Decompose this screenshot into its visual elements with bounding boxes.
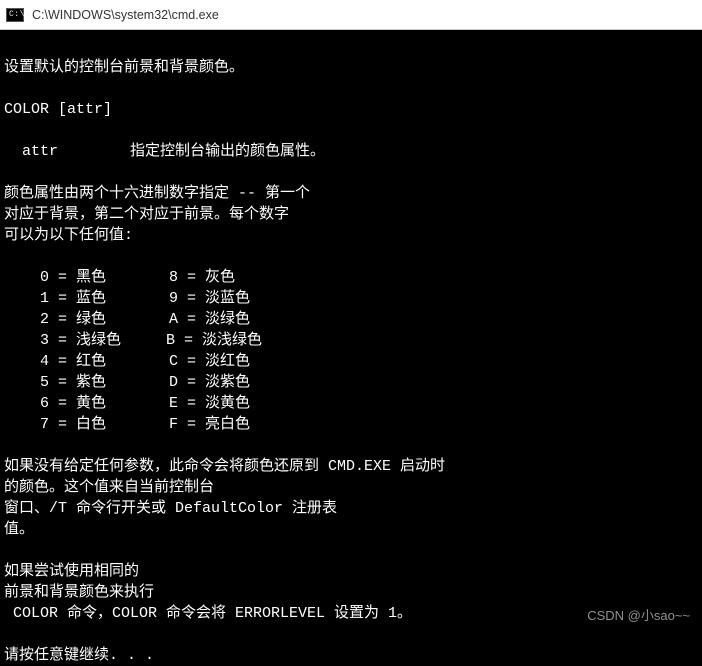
terminal-line: 如果没有给定任何参数，此命令会将颜色还原到 CMD.EXE 启动时: [4, 458, 445, 475]
terminal-line: 5 = 紫色 D = 淡紫色: [4, 374, 250, 391]
terminal-line: 如果尝试使用相同的: [4, 563, 139, 580]
terminal-line: 前景和背景颜色来执行: [4, 584, 154, 601]
terminal-line: attr 指定控制台输出的颜色属性。: [4, 143, 325, 160]
terminal-line: COLOR 命令，COLOR 命令会将 ERRORLEVEL 设置为 1。: [4, 605, 412, 622]
terminal-line: 0 = 黑色 8 = 灰色: [4, 269, 235, 286]
window-title: C:\WINDOWS\system32\cmd.exe: [32, 8, 219, 22]
terminal-line: 7 = 白色 F = 亮白色: [4, 416, 250, 433]
terminal-line: COLOR [attr]: [4, 101, 112, 118]
terminal-line: 对应于背景，第二个对应于前景。每个数字: [4, 206, 289, 223]
terminal-line: 可以为以下任何值:: [4, 227, 133, 244]
terminal-line: 3 = 浅绿色 B = 淡浅绿色: [4, 332, 262, 349]
terminal-line: 6 = 黄色 E = 淡黄色: [4, 395, 250, 412]
terminal-line: 值。: [4, 521, 34, 538]
terminal-line: 请按任意键继续. . .: [4, 647, 154, 664]
terminal-output[interactable]: 设置默认的控制台前景和背景颜色。 COLOR [attr] attr 指定控制台…: [0, 30, 702, 666]
terminal-line: 4 = 红色 C = 淡红色: [4, 353, 250, 370]
cmd-icon: C:\.: [6, 8, 24, 22]
terminal-line: 的颜色。这个值来自当前控制台: [4, 479, 214, 496]
terminal-line: 2 = 绿色 A = 淡绿色: [4, 311, 250, 328]
terminal-line: 颜色属性由两个十六进制数字指定 -- 第一个: [4, 185, 310, 202]
watermark-text: CSDN @小sao~~: [587, 605, 690, 624]
window-titlebar[interactable]: C:\. C:\WINDOWS\system32\cmd.exe: [0, 0, 702, 30]
terminal-line: 1 = 蓝色 9 = 淡蓝色: [4, 290, 250, 307]
terminal-line: 窗口、/T 命令行开关或 DefaultColor 注册表: [4, 500, 337, 517]
terminal-line: 设置默认的控制台前景和背景颜色。: [4, 59, 244, 76]
